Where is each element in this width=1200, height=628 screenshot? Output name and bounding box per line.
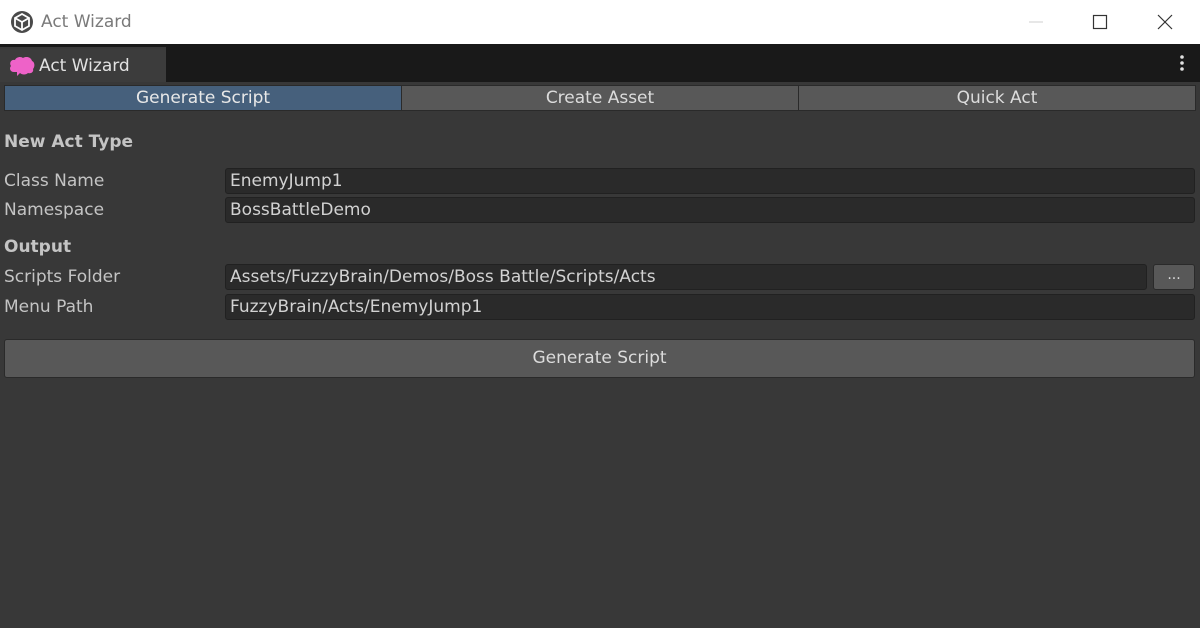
scripts-folder-label: Scripts Folder — [4, 267, 121, 287]
tab-create-asset[interactable]: Create Asset — [401, 85, 799, 111]
class-name-input[interactable]: EnemyJump1 — [225, 168, 1195, 194]
section-new-act-type: New Act Type — [4, 132, 134, 152]
menu-path-label: Menu Path — [4, 297, 94, 317]
scripts-folder-input[interactable]: Assets/FuzzyBrain/Demos/Boss Battle/Scri… — [225, 264, 1147, 290]
unity-cube-icon — [11, 11, 33, 33]
tab-quick-act[interactable]: Quick Act — [798, 85, 1196, 111]
menu-path-input[interactable]: FuzzyBrain/Acts/EnemyJump1 — [225, 294, 1195, 320]
tab-act-wizard[interactable]: Act Wizard — [0, 47, 166, 82]
tab-act-wizard-label: Act Wizard — [39, 56, 130, 76]
editor-tab-strip: Act Wizard — [0, 44, 1200, 82]
generate-script-button[interactable]: Generate Script — [4, 339, 1195, 378]
window-title: Act Wizard — [41, 12, 132, 32]
window-title-bar: Act Wizard — [0, 0, 1200, 44]
close-icon — [1157, 14, 1173, 30]
kebab-menu-icon[interactable] — [1172, 52, 1192, 74]
mode-toolbar: Generate Script Create Asset Quick Act — [4, 85, 1196, 111]
brain-icon — [10, 56, 35, 76]
maximize-button[interactable] — [1068, 0, 1132, 44]
namespace-label: Namespace — [4, 200, 105, 220]
tab-generate-script[interactable]: Generate Script — [4, 85, 402, 111]
close-button[interactable] — [1133, 0, 1197, 44]
browse-folder-button[interactable]: ... — [1153, 264, 1195, 290]
minimize-icon — [1029, 21, 1043, 23]
minimize-button[interactable] — [1004, 0, 1068, 44]
namespace-input[interactable]: BossBattleDemo — [225, 197, 1195, 223]
section-output: Output — [4, 237, 72, 257]
class-name-label: Class Name — [4, 171, 105, 191]
maximize-icon — [1092, 14, 1108, 30]
